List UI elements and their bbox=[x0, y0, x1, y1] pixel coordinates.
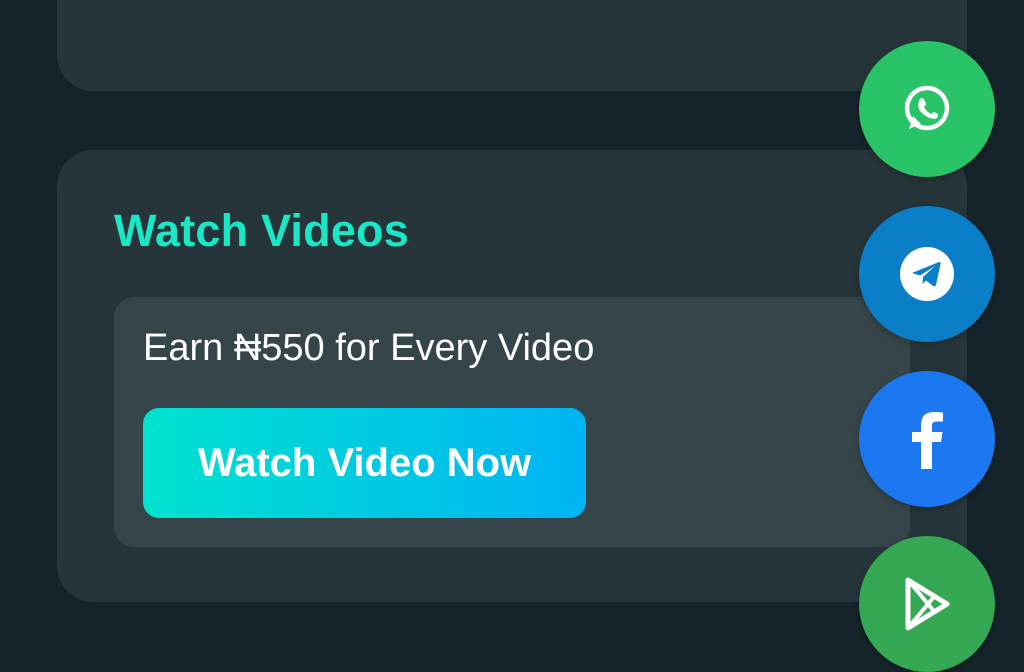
facebook-icon bbox=[912, 412, 943, 469]
whatsapp-icon bbox=[904, 85, 950, 131]
play-store-icon bbox=[905, 577, 950, 631]
watch-video-now-button[interactable]: Watch Video Now bbox=[143, 408, 586, 518]
watch-videos-card: Watch Videos Earn ₦550 for Every Video W… bbox=[57, 150, 967, 602]
play-store-button[interactable] bbox=[859, 536, 995, 672]
section-title: Watch Videos bbox=[114, 205, 409, 256]
offer-text: Earn ₦550 for Every Video bbox=[143, 327, 595, 369]
telegram-button[interactable] bbox=[859, 206, 995, 342]
previous-card bbox=[57, 0, 967, 91]
video-offer-panel: Earn ₦550 for Every Video Watch Video No… bbox=[114, 297, 910, 547]
whatsapp-button[interactable] bbox=[859, 41, 995, 177]
telegram-icon bbox=[900, 247, 954, 301]
facebook-button[interactable] bbox=[859, 371, 995, 507]
